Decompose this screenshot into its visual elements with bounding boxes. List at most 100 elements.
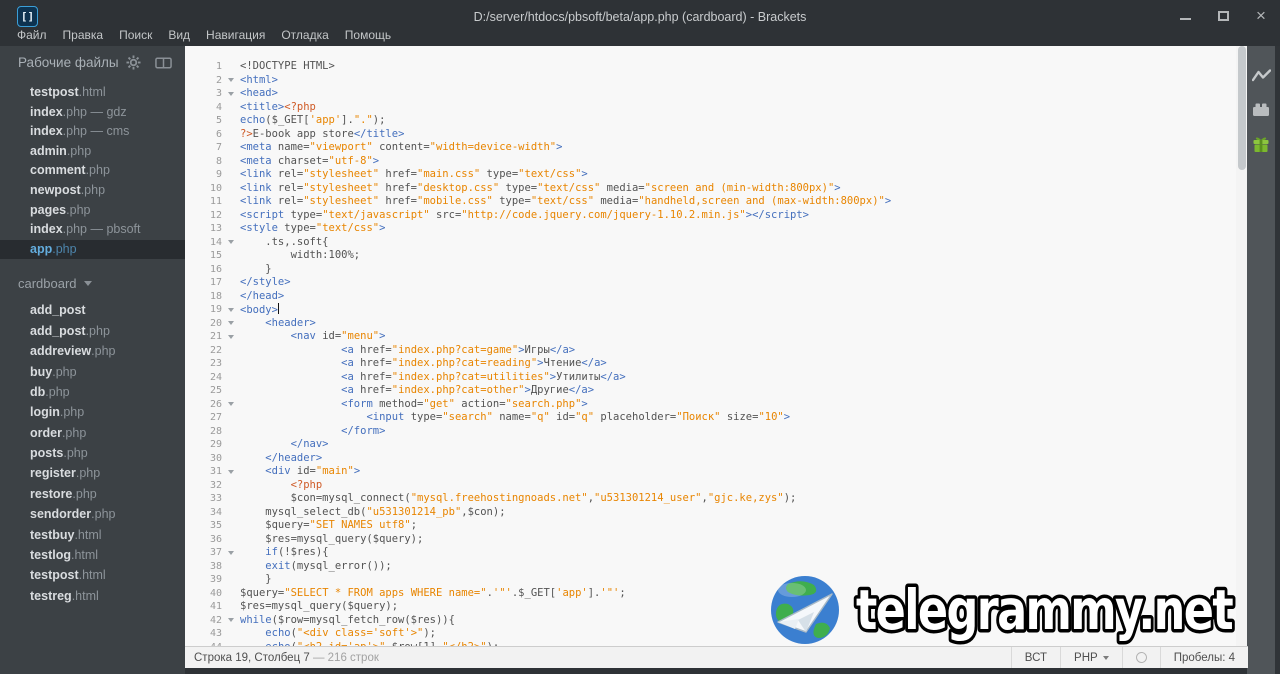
fold-arrow-icon[interactable]	[228, 307, 234, 312]
working-file-item[interactable]: app.php	[0, 239, 185, 260]
code-line[interactable]: 23 <a href="index.php?cat=reading">Чтени…	[185, 357, 1236, 371]
fold-arrow-icon[interactable]	[228, 334, 234, 339]
working-file-item[interactable]: index.php — gdz	[0, 103, 185, 123]
project-file-item[interactable]: add_post.php	[0, 321, 185, 341]
code-line[interactable]: 22 <a href="index.php?cat=game">Игры</a>	[185, 344, 1236, 358]
code-line[interactable]: 41 $res=mysql_query($query);	[185, 600, 1236, 614]
lint-status[interactable]	[1121, 647, 1160, 668]
project-file-item[interactable]: restore.php	[0, 484, 185, 504]
code-line[interactable]: 8 <meta charset="utf-8">	[185, 155, 1236, 169]
code-line[interactable]: 14 .ts,.soft{	[185, 236, 1236, 250]
project-header[interactable]: cardboard	[0, 270, 185, 296]
menu-item-7[interactable]: Помощь	[337, 25, 399, 45]
project-file-item[interactable]: testlog.html	[0, 545, 185, 565]
code-line[interactable]: 28 </form>	[185, 425, 1236, 439]
code-line[interactable]: 31 <div id="main">	[185, 465, 1236, 479]
menu-item-1[interactable]: Файл	[9, 25, 55, 45]
extension-manager-icon[interactable]	[1252, 100, 1271, 119]
code-line[interactable]: 7 <meta name="viewport" content="width=de…	[185, 141, 1236, 155]
menu-item-5[interactable]: Навигация	[198, 25, 273, 45]
project-file-item[interactable]: testbuy.html	[0, 525, 185, 545]
code-line[interactable]: 3 <head>	[185, 87, 1236, 101]
code-line[interactable]: 27 <input type="search" name="q" id="q" …	[185, 411, 1236, 425]
code-line[interactable]: 32 <?php	[185, 479, 1236, 493]
project-file-item[interactable]: login.php	[0, 402, 185, 422]
indent-settings[interactable]: Пробелы: 4	[1159, 647, 1248, 668]
scrollbar-thumb[interactable]	[1238, 46, 1246, 170]
maximize-button[interactable]	[1216, 9, 1230, 23]
gear-icon[interactable]	[124, 53, 143, 72]
working-file-item[interactable]: admin.php	[0, 142, 185, 162]
menu-item-3[interactable]: Поиск	[111, 25, 160, 45]
code-line[interactable]: 15 width:100%;	[185, 249, 1236, 263]
code-editor[interactable]: 1 <!DOCTYPE HTML> 2 <html> 3 <head> 4 <title><?…	[185, 46, 1236, 646]
code-line[interactable]: 40 $query="SELECT * FROM apps WHERE name=…	[185, 587, 1236, 601]
working-file-item[interactable]: pages.php	[0, 201, 185, 221]
insert-mode-toggle[interactable]: ВСТ	[1010, 647, 1060, 668]
minimize-button[interactable]	[1178, 9, 1192, 23]
code-line[interactable]: 16 }	[185, 263, 1236, 277]
working-file-item[interactable]: testpost.html	[0, 83, 185, 103]
project-file-item[interactable]: add_post	[0, 300, 185, 320]
code-line[interactable]: 4 <title><?php	[185, 101, 1236, 115]
fold-arrow-icon[interactable]	[228, 469, 234, 474]
project-file-item[interactable]: testreg.html	[0, 586, 185, 606]
code-line[interactable]: 43 echo("<div class='soft'>");	[185, 627, 1236, 641]
project-file-item[interactable]: testpost.html	[0, 565, 185, 585]
gift-icon[interactable]	[1252, 134, 1271, 153]
menu-item-2[interactable]: Правка	[55, 25, 112, 45]
code-line[interactable]: 33 $con=mysql_connect("mysql.freehosting…	[185, 492, 1236, 506]
menu-item-6[interactable]: Отладка	[273, 25, 336, 45]
live-preview-icon[interactable]	[1251, 66, 1271, 85]
working-file-item[interactable]: comment.php	[0, 161, 185, 181]
code-line[interactable]: 25 <a href="index.php?cat=other">Другие<…	[185, 384, 1236, 398]
fold-arrow-icon[interactable]	[228, 240, 234, 245]
code-line[interactable]: 12 <script type="text/javascript" src="ht…	[185, 209, 1236, 223]
fold-arrow-icon[interactable]	[228, 550, 234, 555]
code-line[interactable]: 9 <link rel="stylesheet" href="main.css" …	[185, 168, 1236, 182]
code-line[interactable]: 26 <form method="get" action="search.php…	[185, 398, 1236, 412]
close-button[interactable]: ×	[1254, 7, 1268, 24]
code-line[interactable]: 18 </head>	[185, 290, 1236, 304]
code-line[interactable]: 24 <a href="index.php?cat=utilities">Ути…	[185, 371, 1236, 385]
project-file-item[interactable]: db.php	[0, 382, 185, 402]
working-file-item[interactable]: newpost.php	[0, 181, 185, 201]
code-line[interactable]: 30 </header>	[185, 452, 1236, 466]
code-line[interactable]: 37 if(!$res){	[185, 546, 1236, 560]
code-line[interactable]: 2 <html>	[185, 74, 1236, 88]
code-line[interactable]: 6 ?>E-book app store</title>	[185, 128, 1236, 142]
code-line[interactable]: 21 <nav id="menu">	[185, 330, 1236, 344]
fold-arrow-icon[interactable]	[228, 618, 234, 623]
fold-arrow-icon[interactable]	[228, 91, 234, 96]
code-line[interactable]: 13 <style type="text/css">	[185, 222, 1236, 236]
code-line[interactable]: 17 </style>	[185, 276, 1236, 290]
split-view-icon[interactable]	[154, 53, 173, 72]
project-file-item[interactable]: sendorder.php	[0, 504, 185, 524]
code-line[interactable]: 34 mysql_select_db("u531301214_pb",$con)…	[185, 506, 1236, 520]
fold-arrow-icon[interactable]	[228, 78, 234, 83]
project-file-item[interactable]: buy.php	[0, 362, 185, 382]
code-line[interactable]: 20 <header>	[185, 317, 1236, 331]
code-line[interactable]: 35 $query="SET NAMES utf8";	[185, 519, 1236, 533]
menu-item-4[interactable]: Вид	[160, 25, 198, 45]
project-file-item[interactable]: addreview.php	[0, 341, 185, 361]
working-file-item[interactable]: index.php — cms	[0, 122, 185, 142]
fold-arrow-icon[interactable]	[228, 402, 234, 407]
working-file-item[interactable]: index.php — pbsoft	[0, 220, 185, 240]
code-line[interactable]: 42 while($row=mysql_fetch_row($res)){	[185, 614, 1236, 628]
language-selector[interactable]: PHP	[1060, 647, 1122, 668]
code-line[interactable]: 19 <body>	[185, 303, 1236, 317]
code-line[interactable]: 11 <link rel="stylesheet" href="mobile.cs…	[185, 195, 1236, 209]
code-line[interactable]: 5 echo($_GET['app'].".");	[185, 114, 1236, 128]
fold-arrow-icon[interactable]	[228, 321, 234, 326]
project-file-item[interactable]: posts.php	[0, 443, 185, 463]
code-line[interactable]: 38 exit(mysql_error());	[185, 560, 1236, 574]
project-file-item[interactable]: register.php	[0, 463, 185, 483]
code-line[interactable]: 36 $res=mysql_query($query);	[185, 533, 1236, 547]
code-line[interactable]: 10 <link rel="stylesheet" href="desktop.c…	[185, 182, 1236, 196]
project-file-item[interactable]: order.php	[0, 423, 185, 443]
code-line[interactable]: 29 </nav>	[185, 438, 1236, 452]
code-line[interactable]: 1 <!DOCTYPE HTML>	[185, 60, 1236, 74]
code-line[interactable]: 39 }	[185, 573, 1236, 587]
code-text: <input type="search" name="q" id="q" pla…	[366, 411, 791, 423]
